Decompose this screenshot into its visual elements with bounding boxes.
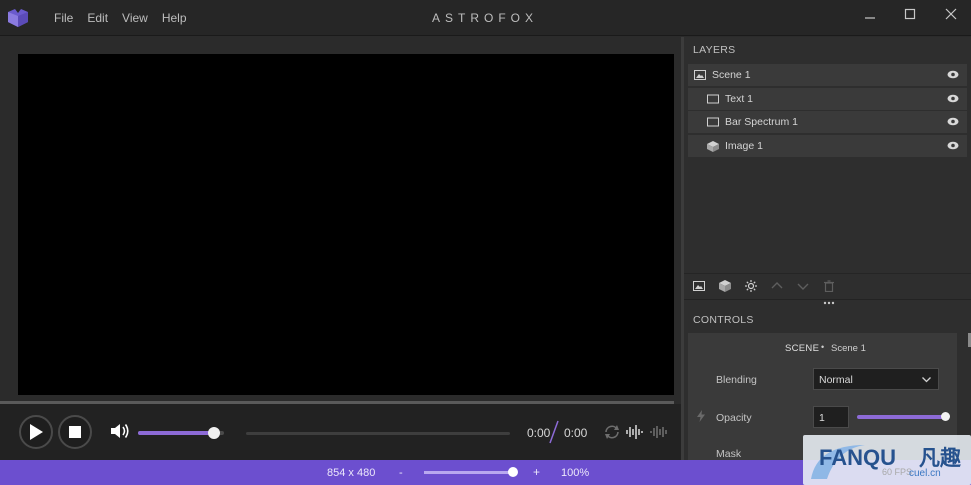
mask-label: Mask [716, 448, 742, 460]
menu-view[interactable]: View [122, 11, 148, 25]
opacity-thumb[interactable] [941, 412, 950, 421]
astrofox-logo-icon [8, 9, 28, 27]
layer-name: Scene 1 [712, 69, 751, 81]
layer-name: Image 1 [725, 140, 763, 152]
title-bar: File Edit View Help ASTROFOX [0, 0, 971, 36]
panel-splitter[interactable] [684, 299, 971, 300]
volume-icon[interactable] [110, 422, 130, 440]
visibility-eye-icon[interactable] [947, 94, 959, 103]
move-up-icon[interactable] [771, 280, 783, 292]
resolution-text: 854 x 480 [327, 467, 376, 479]
layer-name: Text 1 [725, 93, 754, 105]
opacity-slider[interactable] [857, 412, 950, 421]
image-icon [694, 70, 706, 80]
minimize-button[interactable] [856, 4, 884, 24]
repeat-icon[interactable] [603, 424, 621, 440]
drag-grip-icon[interactable] [823, 301, 835, 305]
layer-toolbar [684, 273, 971, 297]
menu-file[interactable]: File [54, 11, 73, 25]
section-dot: • [821, 342, 825, 352]
render-stage[interactable] [18, 54, 674, 395]
visibility-eye-icon[interactable] [947, 70, 959, 79]
delete-icon[interactable] [823, 280, 835, 292]
play-button[interactable] [19, 415, 53, 449]
side-panel: LAYERS Scene 1 Text 1 Bar Spectrum 1 Ima… [684, 37, 971, 460]
blending-value: Normal [819, 374, 853, 386]
move-down-icon[interactable] [797, 280, 809, 292]
control-section-name: Scene 1 [831, 343, 866, 354]
seek-bar[interactable] [246, 432, 510, 435]
visibility-eye-icon[interactable] [947, 141, 959, 150]
blending-select[interactable]: Normal [813, 368, 939, 390]
time-separator [549, 420, 559, 444]
volume-thumb[interactable] [207, 427, 220, 439]
current-time: 0:00 [527, 426, 551, 440]
cube-icon [707, 140, 719, 152]
chevron-down-icon [922, 377, 931, 383]
blending-label: Blending [716, 374, 757, 386]
stop-button[interactable] [58, 415, 92, 449]
layer-row-image-1[interactable]: Image 1 [688, 135, 967, 157]
play-icon [30, 424, 43, 440]
layer-row-bar-spectrum-1[interactable]: Bar Spectrum 1 [688, 111, 967, 133]
rectangle-icon [707, 94, 719, 104]
fps-readout: 60 FPS [882, 467, 913, 477]
zoom-in-button[interactable]: + [533, 465, 540, 479]
controls-header: CONTROLS [693, 314, 754, 326]
control-section-type: SCENE [785, 343, 820, 354]
zoom-thumb[interactable] [508, 467, 518, 477]
opacity-input[interactable]: 1 [813, 406, 849, 428]
layer-row-text-1[interactable]: Text 1 [688, 88, 967, 110]
zoom-level: 100% [561, 467, 590, 479]
rectangle-icon [707, 117, 719, 127]
waveform-icon[interactable] [626, 424, 644, 440]
waveform-alt-icon[interactable] [650, 424, 668, 440]
opacity-label: Opacity [716, 412, 752, 424]
volume-slider[interactable] [138, 427, 224, 439]
zoom-slider[interactable] [424, 467, 518, 477]
app-title: ASTROFOX [431, 11, 538, 25]
stop-icon [69, 426, 81, 438]
total-time: 0:00 [564, 426, 588, 440]
volume-fill [138, 431, 214, 435]
maximize-button[interactable] [896, 4, 924, 24]
add-effect-icon[interactable] [745, 280, 757, 292]
opacity-value: 1 [819, 412, 825, 424]
menu-bar: File Edit View Help [44, 0, 191, 36]
close-button[interactable] [937, 4, 965, 24]
close-icon [945, 8, 957, 20]
add-element-icon[interactable] [719, 280, 731, 292]
menu-edit[interactable]: Edit [87, 11, 108, 25]
add-scene-icon[interactable] [693, 280, 705, 292]
layer-name: Bar Spectrum 1 [725, 116, 798, 128]
layers-header: LAYERS [693, 44, 736, 56]
zoom-out-button[interactable]: - [399, 467, 403, 479]
layer-row-scene-1[interactable]: Scene 1 [688, 64, 967, 86]
lightning-icon[interactable] [697, 410, 705, 422]
stage-area [0, 37, 681, 402]
minimize-icon [865, 17, 875, 19]
watermark-overlay: FANQU 凡趣 60 FPS cuel.cn [803, 435, 971, 485]
player-controls: 0:00 0:00 [0, 404, 681, 460]
watermark-url: cuel.cn [909, 468, 941, 479]
maximize-icon [904, 8, 916, 20]
menu-help[interactable]: Help [162, 11, 187, 25]
visibility-eye-icon[interactable] [947, 117, 959, 126]
